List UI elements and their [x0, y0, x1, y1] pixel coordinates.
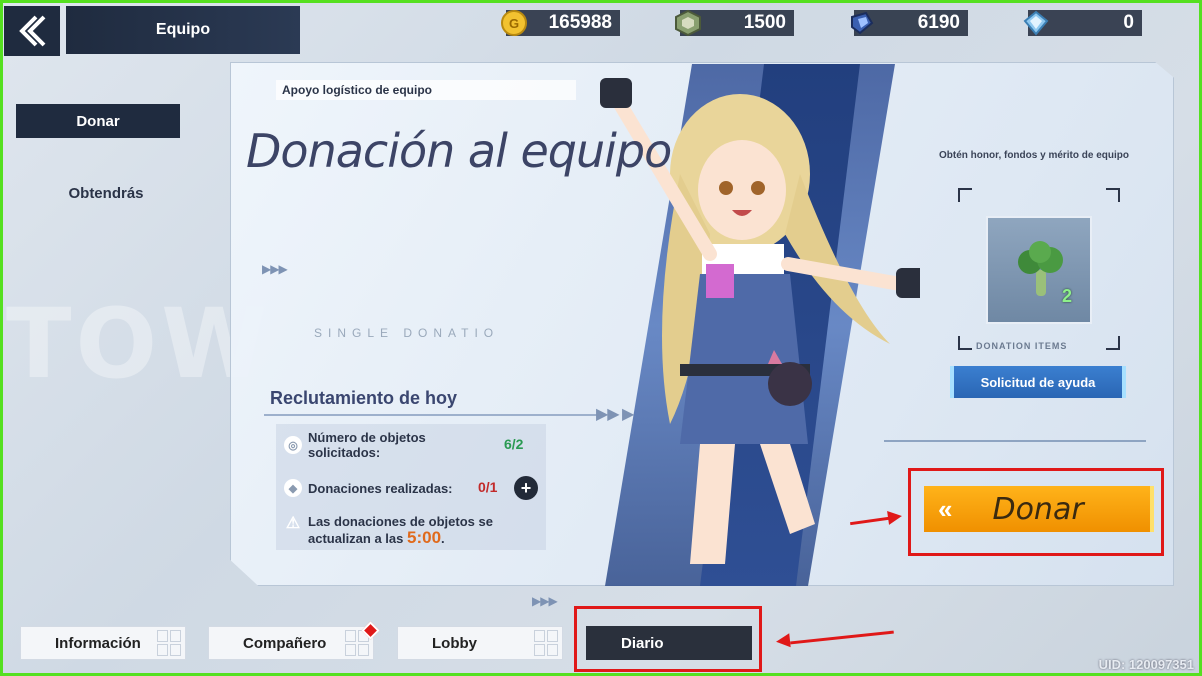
currency-diamond-value: 0 [1123, 12, 1134, 33]
deco-arrow-right-icon: ▶▶ ▶ [596, 406, 634, 423]
add-donation-button[interactable]: + [514, 476, 538, 500]
currency-crystal-value: 6190 [917, 12, 960, 33]
gold-coin-icon: G [498, 7, 530, 39]
recruitment-divider [264, 414, 604, 416]
annotation-arrowhead-donate [887, 509, 903, 525]
highlight-box-diario [574, 606, 762, 672]
reward-divider [884, 440, 1146, 442]
tab-informacion[interactable]: Información [20, 626, 186, 660]
notice-end: . [441, 531, 445, 546]
highlight-box-donate [908, 468, 1164, 556]
diamond-outline-icon: ◆ [284, 479, 302, 497]
tab-lobby[interactable]: Lobby [397, 626, 563, 660]
item-count: 2 [1062, 286, 1073, 306]
currency-crystal[interactable]: 6190 [851, 10, 968, 36]
tab-label: Lobby [432, 634, 477, 652]
plus-icon: + [520, 477, 532, 498]
notice-row: ⚠ Las donaciones de objetos se actualiza… [284, 514, 518, 547]
reward-description: Obtén honor, fondos y mérito de equipo [939, 150, 1129, 161]
currency-cube[interactable]: 1500 [675, 9, 794, 37]
svg-text:G: G [509, 16, 519, 31]
deco-arrows-icon: ▶▶▶ [262, 262, 288, 276]
notice-time: 5:00 [407, 528, 442, 547]
green-cube-icon [672, 7, 704, 39]
target-icon: ◎ [284, 436, 302, 454]
tab-label: Compañero [243, 634, 327, 652]
back-button[interactable] [4, 6, 60, 56]
requested-value: 6/2 [504, 436, 524, 452]
diamond-icon [1020, 7, 1052, 39]
help-request-button[interactable]: Solicitud de ayuda [950, 366, 1126, 398]
currency-gold-value: 165988 [548, 12, 612, 33]
recruitment-title: Reclutamiento de hoy [270, 388, 458, 408]
panel-watermark: SINGLE DONATIO [314, 326, 500, 340]
user-id: UID: 120097351 [1098, 657, 1194, 672]
tab-companero[interactable]: Compañero [208, 626, 374, 660]
panel-title: Donación al equipo [246, 124, 672, 178]
currency-cube-value: 1500 [743, 12, 786, 33]
currency-gold[interactable]: G 165988 [501, 10, 620, 36]
donations-label: Donaciones realizadas: [308, 480, 453, 496]
requested-row: ◎ Número de objetos solicitados: [284, 430, 484, 460]
donations-row: ◆ Donaciones realizadas: [284, 479, 453, 497]
back-arrow-icon [19, 15, 46, 47]
broccoli-icon [1018, 241, 1063, 296]
grid-icon [157, 630, 181, 656]
warning-icon: ⚠ [285, 515, 301, 532]
requested-label: Número de objetos solicitados: [308, 430, 426, 460]
page-title: Equipo [66, 6, 300, 54]
annotation-arrowhead-diario [775, 633, 791, 649]
deco-arrows-bottom-icon: ▶▶▶ [532, 594, 558, 608]
sidebar-item-obtendras[interactable]: Obtendrás [16, 176, 196, 210]
notice-text: Las donaciones de objetos se actualizan … [308, 514, 493, 546]
currency-diamond[interactable]: 0 [1023, 10, 1142, 36]
donation-items-label: DONATION ITEMS [976, 341, 1068, 351]
grid-icon [534, 630, 558, 656]
panel-tag: Apoyo logístico de equipo [276, 80, 576, 100]
blue-crystal-icon [846, 7, 878, 39]
donation-item-slot[interactable] [986, 216, 1092, 324]
sidebar-item-donar[interactable]: Donar [16, 104, 180, 138]
tab-label: Información [55, 634, 141, 652]
annotation-arrow-diario [790, 630, 894, 645]
notice-text-wrap: Las donaciones de objetos se actualizan … [308, 514, 518, 547]
donations-value: 0/1 [478, 479, 498, 495]
